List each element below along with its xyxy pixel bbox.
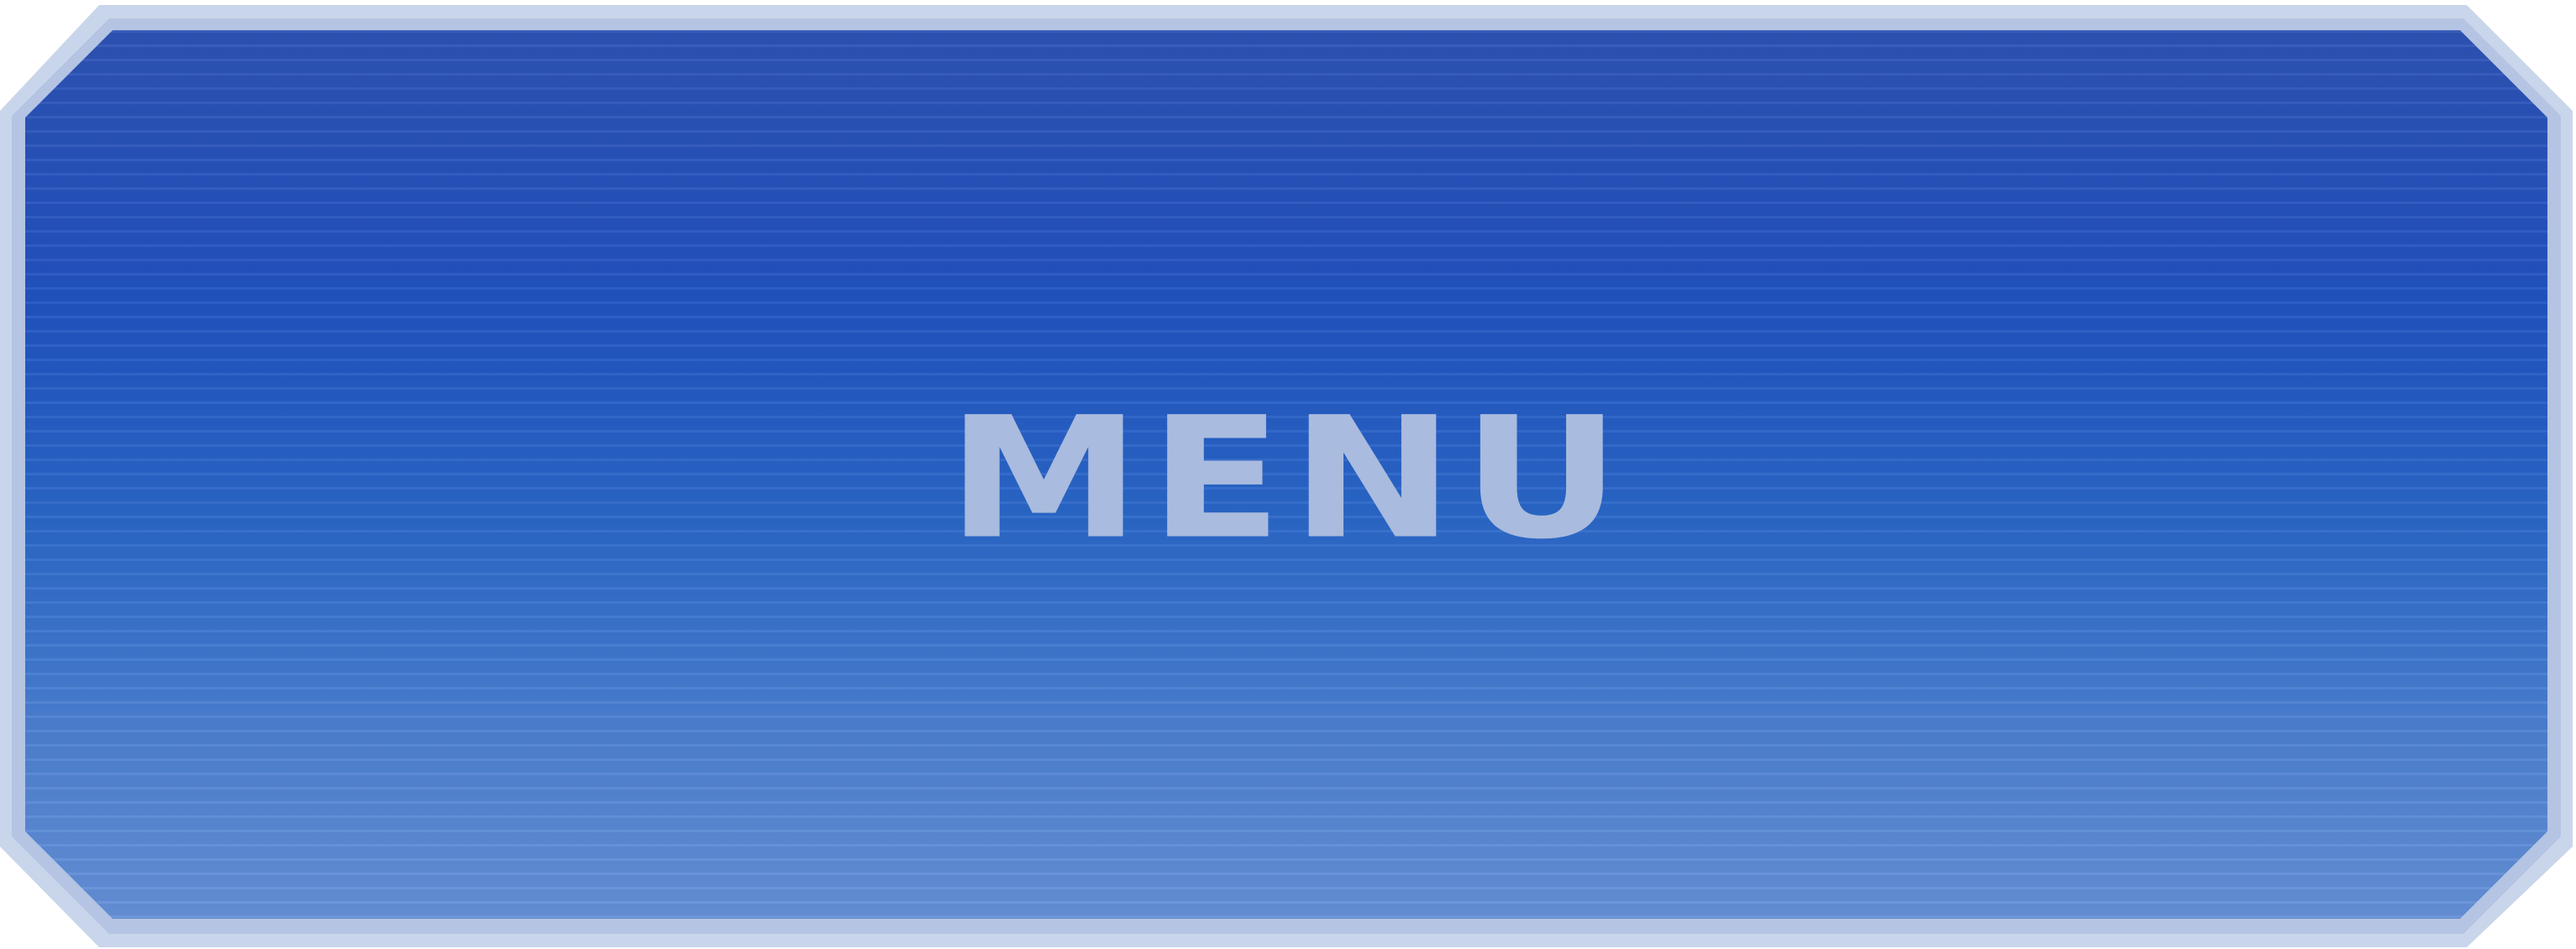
button-label-row: MENU [0,0,2576,949]
menu-button[interactable]: MENU [0,0,2576,949]
menu-label: MENU [947,380,1629,576]
